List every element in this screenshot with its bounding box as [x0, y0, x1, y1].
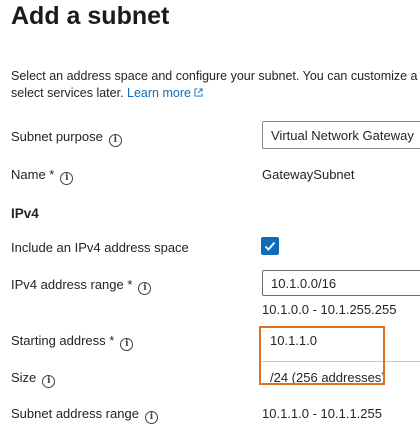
ipv4-range-input[interactable]: 10.1.0.0/16 [262, 270, 420, 296]
description-line-2-text: select services later. [11, 86, 124, 100]
ipv4-range-label: IPv4 address range * i [11, 277, 152, 295]
subnet-purpose-value[interactable]: Virtual Network Gateway [271, 128, 414, 143]
learn-more-link[interactable]: Learn more [127, 86, 203, 100]
ipv4-range-hint: 10.1.0.0 - 10.1.255.255 [262, 302, 397, 317]
learn-more-text[interactable]: Learn more [127, 86, 191, 100]
highlight-box [259, 326, 385, 385]
external-link-icon [194, 88, 203, 97]
info-icon[interactable]: i [42, 375, 56, 388]
description-line-2: select services later. Learn more [11, 85, 420, 102]
size-label: Size i [11, 370, 56, 388]
subnet-range-value: 10.1.1.0 - 10.1.1.255 [262, 406, 382, 421]
starting-address-label: Starting address * i [11, 333, 134, 351]
subnet-range-label-text: Subnet address range [11, 406, 139, 421]
description-line-1: Select an address space and configure yo… [11, 69, 418, 83]
ipv4-section-heading: IPv4 [11, 206, 39, 221]
info-icon[interactable]: i [138, 282, 152, 295]
info-icon[interactable]: i [60, 172, 74, 185]
info-icon[interactable]: i [108, 134, 122, 147]
subnet-purpose-label: Subnet purpose i [11, 129, 122, 147]
checkmark-icon [264, 241, 276, 251]
include-ipv4-checkbox[interactable] [261, 237, 279, 255]
starting-address-label-text: Starting address * [11, 333, 115, 348]
name-label: Name * i [11, 167, 74, 185]
subnet-range-label: Subnet address range i [11, 406, 158, 424]
ipv4-range-value[interactable]: 10.1.0.0/16 [271, 276, 336, 291]
info-icon[interactable]: i [120, 338, 134, 351]
name-value: GatewaySubnet [262, 167, 355, 182]
ipv4-range-label-text: IPv4 address range * [11, 277, 133, 292]
name-label-text: Name * [11, 167, 55, 182]
page-title: Add a subnet [11, 2, 170, 30]
include-ipv4-label: Include an IPv4 address space [11, 240, 189, 255]
info-icon[interactable]: i [144, 411, 158, 424]
subnet-purpose-select[interactable]: Virtual Network Gateway [262, 121, 420, 149]
size-label-text: Size [11, 370, 37, 385]
page-description: Select an address space and configure yo… [11, 68, 420, 102]
subnet-purpose-label-text: Subnet purpose [11, 129, 103, 144]
